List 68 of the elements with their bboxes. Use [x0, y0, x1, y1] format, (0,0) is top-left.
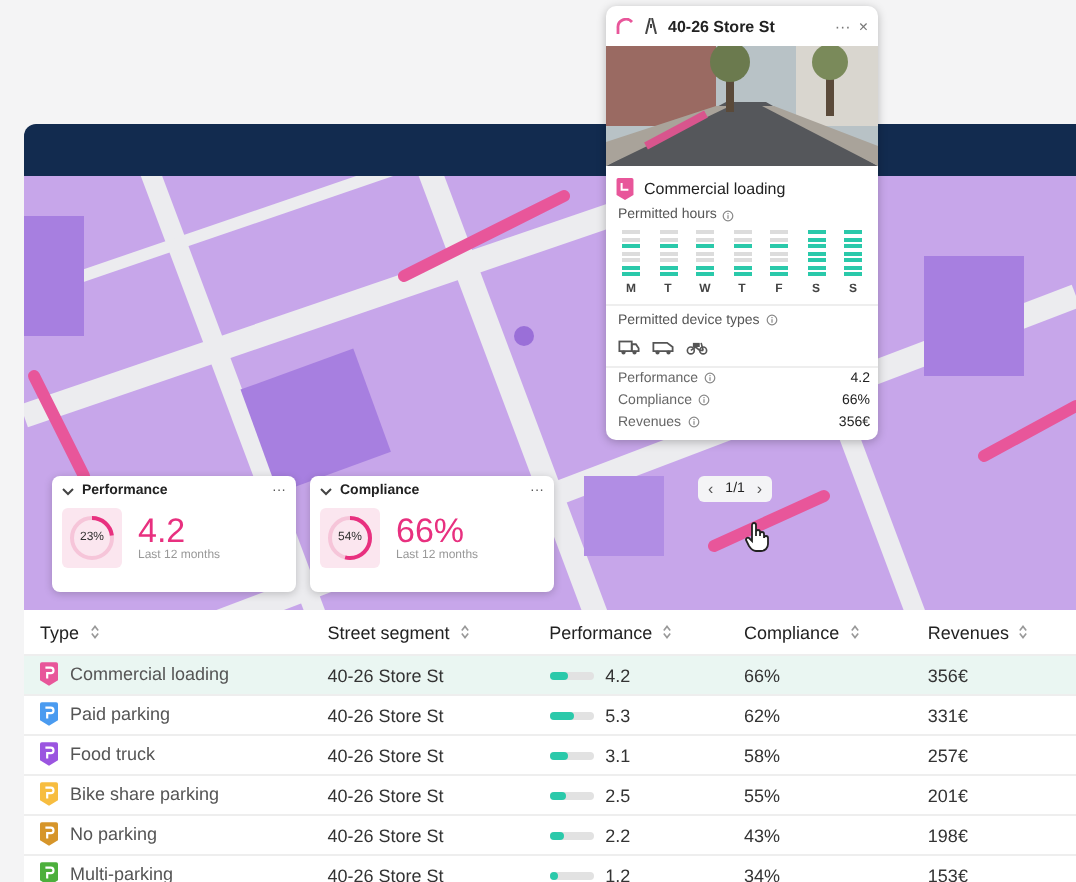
table-cell: 34%	[744, 865, 781, 882]
table-cell: 5.3	[605, 706, 631, 726]
table-cell: 40-26 Store St	[327, 705, 444, 725]
table-cell: Food truck	[70, 743, 156, 763]
van-icon	[652, 337, 674, 355]
table-cell: 58%	[744, 745, 781, 765]
table-cell: 66%	[744, 665, 781, 685]
zone-type-icon	[616, 178, 634, 200]
column-header: Performance	[549, 622, 653, 643]
table-cell: 201€	[927, 785, 968, 805]
info-icon	[704, 372, 717, 384]
table-row[interactable]: Commercial loading 40-26 Store St 4.2 66% 356€	[24, 655, 1076, 695]
hand-cursor-icon	[744, 522, 770, 552]
table-cell: Bike share parking	[70, 783, 220, 803]
column-header: Revenues	[927, 622, 1009, 643]
chevron-icon[interactable]	[320, 487, 332, 495]
table-cell: 153€	[927, 865, 968, 882]
info-icon	[687, 416, 700, 428]
table-cell: 40-26 Store St	[327, 785, 444, 805]
sort-icon[interactable]	[1018, 624, 1029, 641]
table-cell: 2.5	[605, 786, 631, 806]
table-cell: 43%	[744, 825, 781, 845]
table-row[interactable]: Multi-parking 40-26 Store St 1.2 34% 153€	[24, 855, 1076, 882]
info-icon	[722, 209, 735, 221]
info-icon	[697, 394, 710, 406]
table-row[interactable]: No parking 40-26 Store St 2.2 43% 198€	[24, 815, 1076, 855]
table-cell: 62%	[744, 705, 781, 725]
sort-icon[interactable]	[459, 624, 470, 641]
table-cell: 257€	[927, 745, 968, 765]
truck-icon	[618, 337, 640, 355]
sort-icon[interactable]	[849, 624, 860, 641]
table-cell: 55%	[744, 785, 781, 805]
next-button[interactable]: ›	[754, 480, 765, 498]
info-icon	[765, 314, 778, 326]
kpi-value: 4.2	[138, 514, 186, 550]
chevron-icon[interactable]	[62, 487, 74, 495]
table-cell: 40-26 Store St	[327, 665, 444, 685]
previous-button[interactable]: ‹	[706, 480, 716, 498]
table-cell: Multi-parking	[70, 863, 174, 882]
table-cell: 1.2	[605, 866, 631, 882]
sort-icon[interactable]	[662, 624, 673, 641]
table-cell: 198€	[927, 825, 968, 845]
table-row[interactable]: Food truck 40-26 Store St 3.1 58% 257€	[24, 735, 1076, 775]
close-button[interactable]: ×	[858, 17, 868, 35]
table-row[interactable]: Bike share parking 40-26 Store St 2.5 55% 201€	[24, 775, 1076, 815]
column-header: Compliance	[744, 622, 840, 643]
cargo-bike-icon	[686, 337, 708, 355]
table-cell: Commercial loading	[70, 663, 230, 683]
table-cell: 40-26 Store St	[327, 745, 444, 765]
curve-icon	[616, 18, 634, 34]
table-cell: 2.2	[605, 826, 631, 846]
table-cell: 331€	[927, 705, 968, 725]
zone-type: Commercial loading	[644, 180, 786, 198]
popup-title: 40-26 Store St	[668, 17, 777, 35]
table-cell: No parking	[70, 823, 158, 843]
table-cell: 4.2	[605, 666, 631, 686]
sort-icon[interactable]	[89, 624, 100, 641]
table-cell: 3.1	[605, 746, 631, 766]
table-cell: 40-26 Store St	[327, 825, 444, 845]
table-cell: 356€	[927, 665, 968, 685]
table-cell: Paid parking	[70, 703, 171, 723]
column-header: Type	[40, 622, 80, 643]
more-button[interactable]: ···	[834, 17, 851, 35]
road-icon	[642, 18, 660, 34]
column-header: Street segment	[327, 622, 450, 643]
kpi-value: 66%	[396, 514, 465, 550]
table-cell: 40-26 Store St	[327, 865, 444, 882]
table-row[interactable]: Paid parking 40-26 Store St 5.3 62% 331€	[24, 695, 1076, 735]
